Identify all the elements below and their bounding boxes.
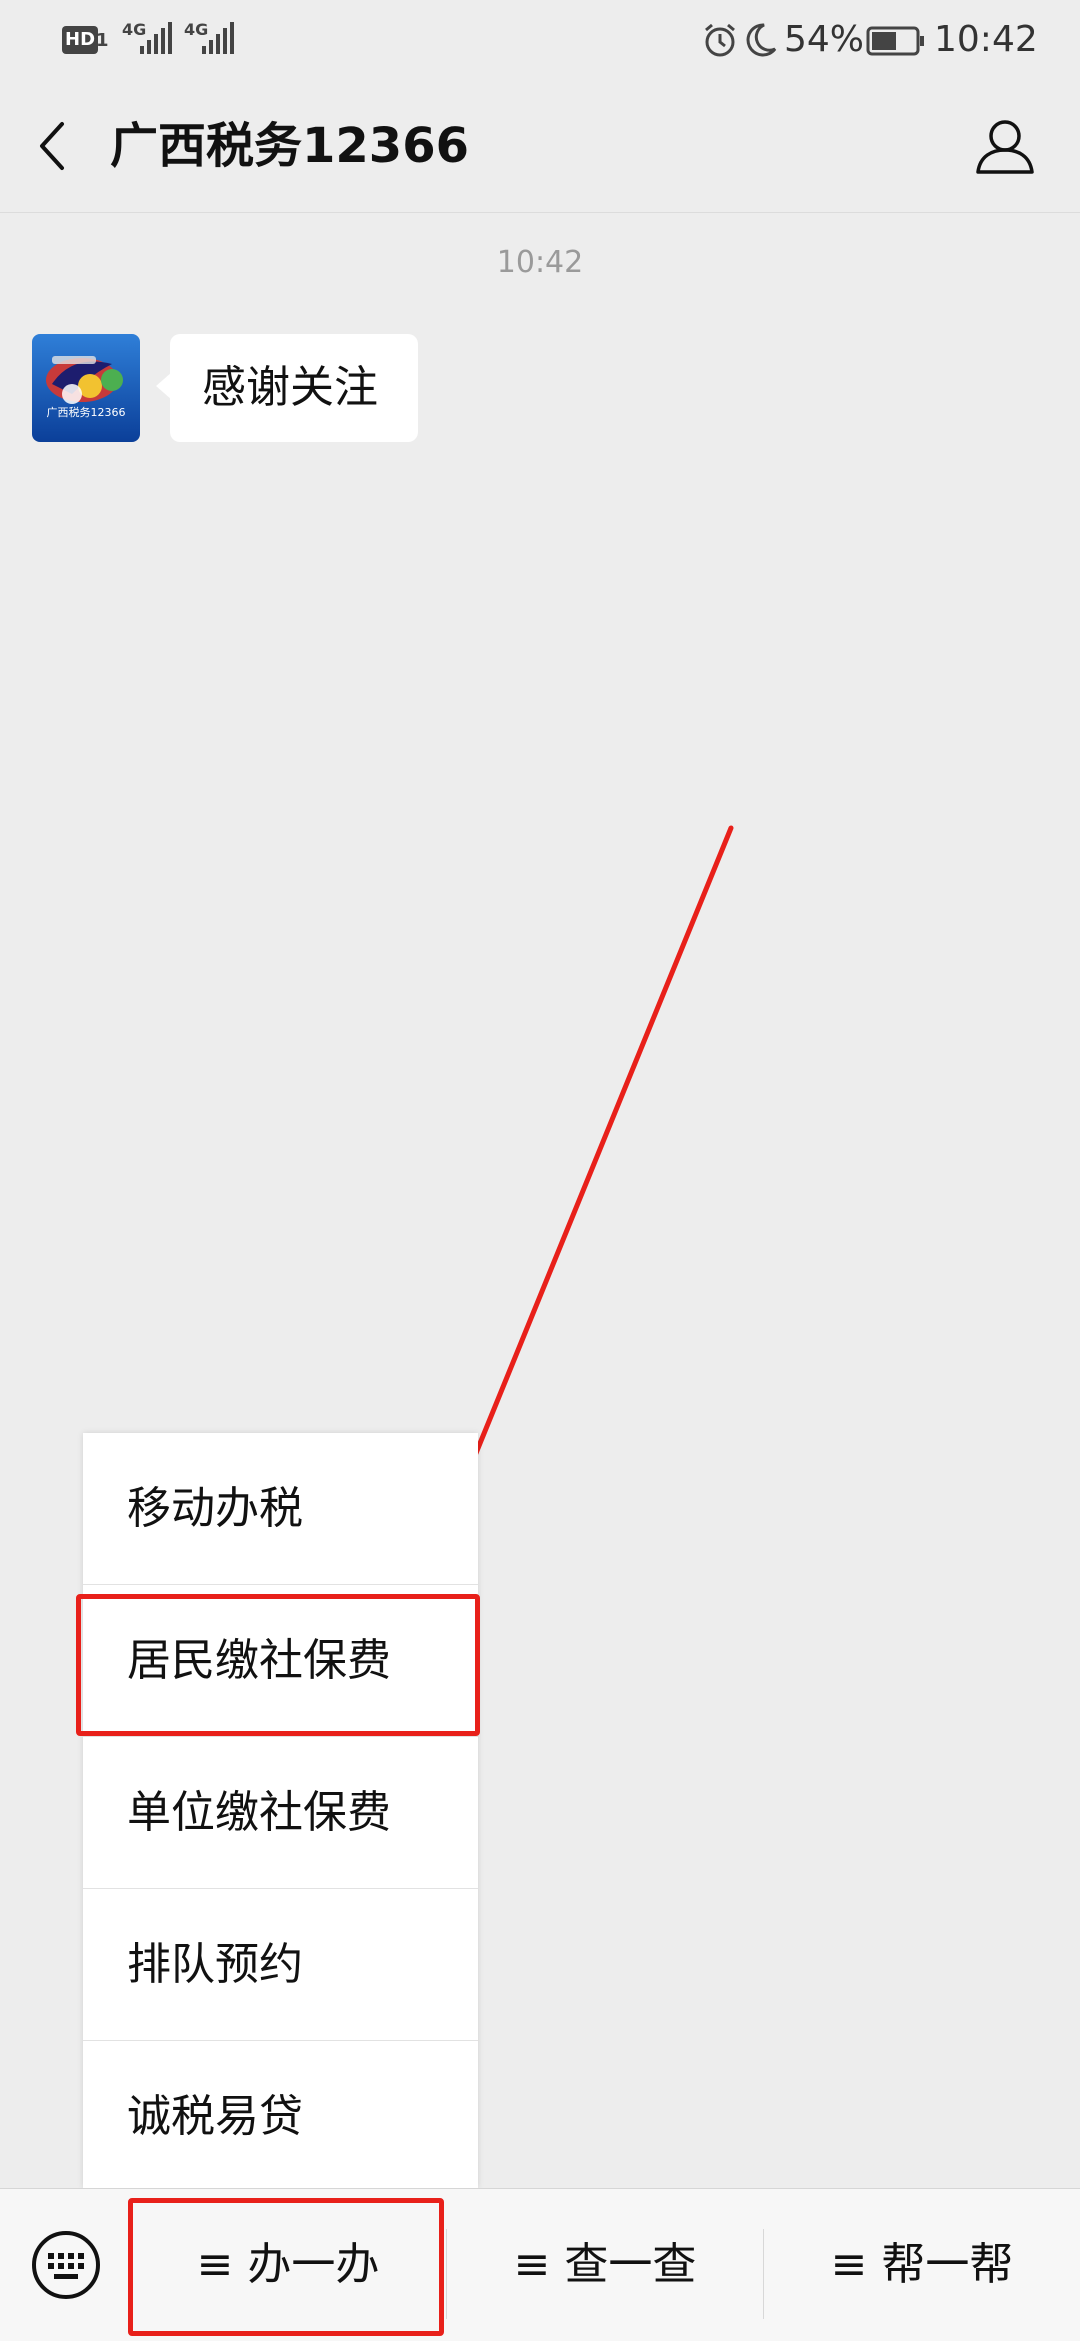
popup-menu: 移动办税 居民缴社保费 单位缴社保费 排队预约 诚税易贷 (83, 1433, 478, 2188)
tab-cha-yi-cha[interactable]: ≡ 查一查 (447, 2189, 763, 2341)
menu-item-mobile-tax[interactable]: 移动办税 (83, 1433, 478, 1584)
tab-bang-yi-bang[interactable]: ≡ 帮一帮 (764, 2189, 1080, 2341)
menu-item-queue-appointment[interactable]: 排队预约 (83, 1889, 478, 2040)
highlight-box-bottom-tab (128, 2198, 444, 2336)
menu-item-tax-credit-loan[interactable]: 诚税易贷 (83, 2041, 478, 2192)
menu-item-employer-social-insurance[interactable]: 单位缴社保费 (83, 1737, 478, 1888)
highlight-box-menu-item (76, 1594, 480, 1736)
keyboard-icon[interactable] (30, 2229, 102, 2301)
